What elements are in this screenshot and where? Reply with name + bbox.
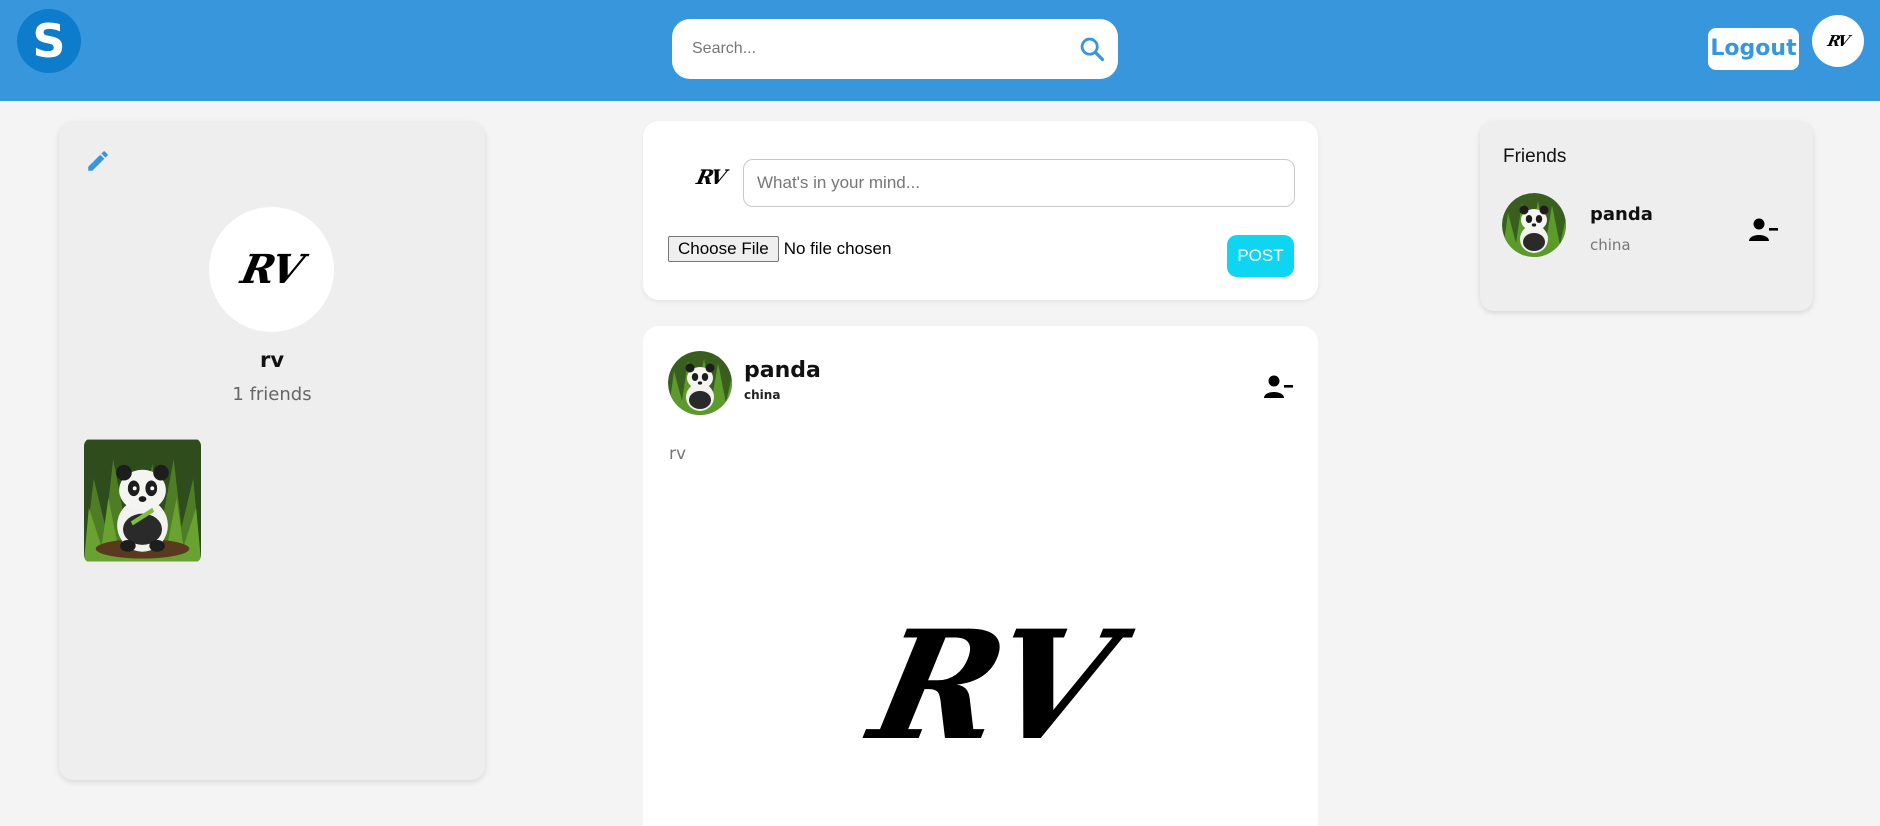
- search-input[interactable]: [692, 19, 1062, 79]
- composer-avatar: RV: [681, 157, 741, 197]
- post-author-location: china: [744, 388, 781, 402]
- person-remove-icon[interactable]: [1748, 217, 1778, 243]
- post-author-name[interactable]: panda: [744, 358, 821, 383]
- panda-image: [668, 351, 732, 415]
- avatar-logo: RV: [694, 165, 728, 189]
- profile-name: rv: [259, 348, 285, 372]
- logout-button[interactable]: Logout: [1708, 28, 1799, 70]
- post-text-input[interactable]: [743, 159, 1295, 207]
- friend-avatar[interactable]: [1502, 193, 1566, 257]
- avatar-logo: RV: [1826, 32, 1850, 50]
- person-remove-icon[interactable]: [1263, 374, 1293, 400]
- post-composer: RV Choose File No file chosen POST: [643, 121, 1318, 300]
- pencil-icon[interactable]: [85, 148, 111, 174]
- file-status: No file chosen: [783, 239, 892, 258]
- friends-title: Friends: [1503, 146, 1567, 167]
- profile-card: RV rv 1 friends: [59, 122, 485, 780]
- panda-image: [1502, 193, 1566, 257]
- feed-post: panda china rv RV: [643, 326, 1318, 826]
- post-button[interactable]: POST: [1227, 235, 1294, 277]
- search-bar: [672, 19, 1118, 79]
- post-image[interactable]: RV: [823, 566, 1163, 806]
- avatar-logo: RV: [237, 246, 306, 293]
- profile-avatar[interactable]: RV: [209, 207, 334, 332]
- friends-card: Friends panda china: [1480, 121, 1813, 311]
- post-author-avatar[interactable]: [668, 351, 732, 415]
- panda-image: [84, 439, 201, 562]
- top-navbar: S Logout RV: [0, 0, 1880, 101]
- friend-name[interactable]: panda: [1590, 204, 1653, 225]
- search-icon[interactable]: [1078, 35, 1106, 63]
- user-avatar[interactable]: RV: [1812, 15, 1864, 67]
- post-image-logo: RV: [858, 598, 1128, 774]
- post-text: rv: [669, 444, 687, 464]
- friend-thumbnail[interactable]: [84, 438, 201, 563]
- file-picker: Choose File No file chosen: [668, 236, 891, 262]
- choose-file-button[interactable]: Choose File: [668, 236, 779, 262]
- app-logo[interactable]: S: [17, 9, 81, 73]
- profile-friends-count: 1 friends: [232, 384, 312, 405]
- friend-location: china: [1590, 236, 1631, 254]
